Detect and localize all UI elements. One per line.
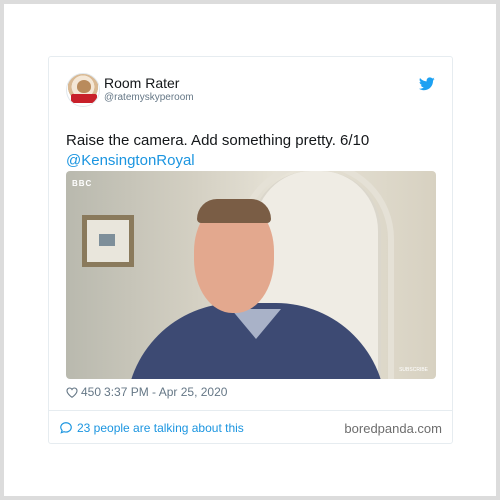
conversation-link[interactable]: 23 people are talking about this	[59, 421, 244, 435]
tweet-header: Room Rater @ratemyskyperoom	[66, 73, 435, 109]
watermark: boredpanda.com	[344, 420, 442, 436]
twitter-bird-icon[interactable]	[419, 77, 435, 91]
comment-bubble-icon	[60, 422, 72, 434]
tweet-footer: 23 people are talking about this boredpa…	[59, 418, 442, 438]
author-handle[interactable]: @ratemyskyperoom	[104, 92, 194, 103]
like-count[interactable]: 450	[81, 385, 101, 399]
author-name[interactable]: Room Rater	[104, 75, 179, 91]
broadcaster-logo: BBC	[72, 179, 93, 188]
divider	[49, 410, 452, 411]
tweet-card[interactable]: Room Rater @ratemyskyperoom Raise the ca…	[48, 56, 453, 444]
tweet-meta: 450 3:37 PM - Apr 25, 2020	[66, 385, 227, 399]
wall-painting	[82, 215, 134, 267]
tweet-video[interactable]: BBC SUBSCRIBE	[66, 171, 436, 379]
heart-icon[interactable]	[66, 386, 78, 398]
video-overlay-label: SUBSCRIBE	[399, 367, 428, 373]
tweet-body: Raise the camera. Add something pretty. …	[66, 132, 370, 149]
person-hair	[197, 199, 271, 223]
mention-link[interactable]: @KensingtonRoyal	[66, 151, 435, 171]
tweet-timestamp[interactable]: 3:37 PM - Apr 25, 2020	[104, 385, 227, 399]
tweet-text: Raise the camera. Add something pretty. …	[66, 131, 435, 171]
avatar-dog-face	[77, 80, 91, 93]
avatar-badge	[71, 94, 97, 103]
avatar[interactable]	[66, 73, 100, 107]
conversation-count: 23 people are talking about this	[77, 421, 244, 435]
